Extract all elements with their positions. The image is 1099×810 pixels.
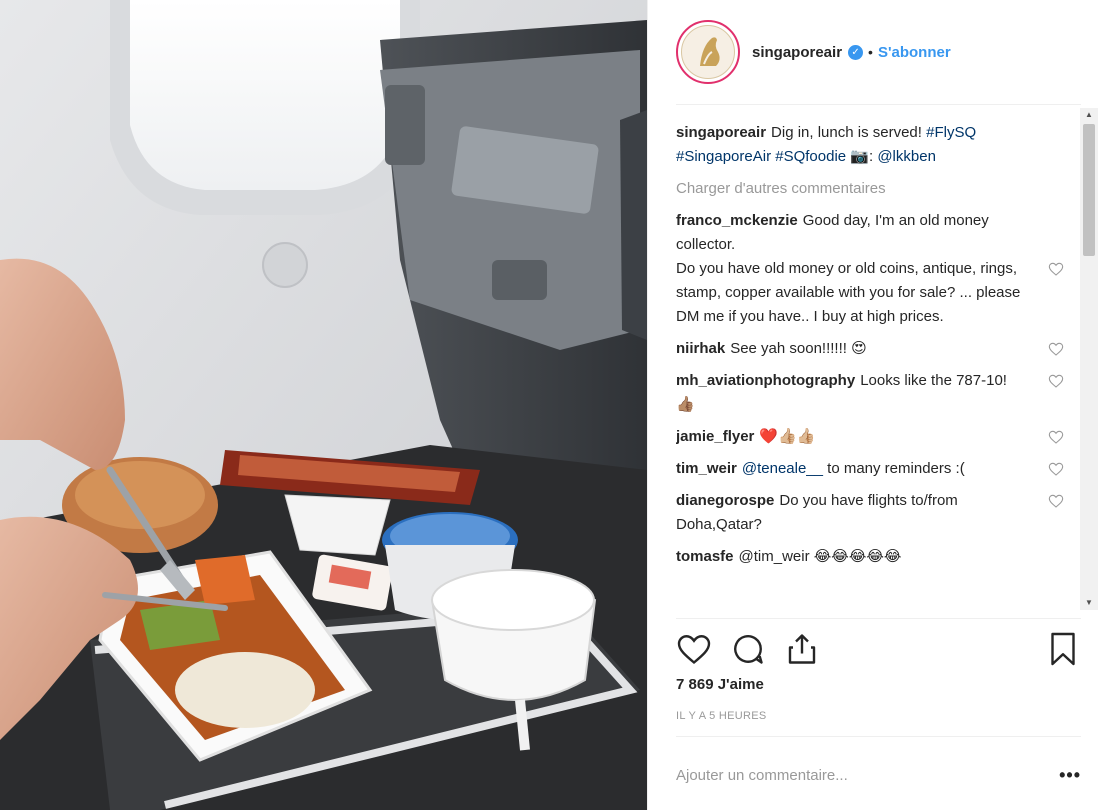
caption-username[interactable]: singaporeair <box>676 124 766 141</box>
comment-text: @tim_weir 😂😂😂😂😂 <box>738 548 902 565</box>
comment-username[interactable]: franco_mckenzie <box>676 212 798 229</box>
caption: singaporeair Dig in, lunch is served! #Fl… <box>676 121 1026 169</box>
add-comment-section: ••• <box>676 736 1081 810</box>
comment-item: jamie_flyer ❤️👍🏼👍🏼 <box>676 425 1064 449</box>
hashtag-link[interactable]: #SingaporeAir <box>676 148 771 165</box>
comment-username[interactable]: jamie_flyer <box>676 428 754 445</box>
hashtag-link[interactable]: #FlySQ <box>926 124 976 141</box>
verified-badge-icon: ✓ <box>848 44 864 60</box>
add-comment-input[interactable] <box>676 763 1016 787</box>
comment-like-heart-icon[interactable] <box>1048 493 1064 509</box>
inflight-meal-image <box>0 0 647 810</box>
comment-username[interactable]: niirhak <box>676 340 725 357</box>
post-timestamp[interactable]: IL Y A 5 HEURES <box>676 710 767 722</box>
credit-mention-link[interactable]: @lkkben <box>877 148 936 165</box>
comment-mention-link[interactable]: @teneale__ <box>742 460 823 477</box>
comment-like-heart-icon[interactable] <box>1048 461 1064 477</box>
comment-bubble-icon[interactable] <box>730 631 766 667</box>
comment-username[interactable]: tim_weir <box>676 460 737 477</box>
comment-username[interactable]: tomasfe <box>676 548 734 565</box>
comment-item: tomasfe @tim_weir 😂😂😂😂😂 <box>676 545 1026 569</box>
comment-text: ❤️👍🏼👍🏼 <box>759 428 816 445</box>
hashtag-link[interactable]: #SQfoodie <box>775 148 846 165</box>
post-header: singaporeair ✓ • S'abonner <box>648 0 1099 104</box>
credit-separator: : <box>868 148 874 165</box>
comment-text: See yah soon!!!!!! 😍 <box>730 340 867 357</box>
caption-text: Dig in, lunch is served! <box>771 124 922 141</box>
post-username[interactable]: singaporeair <box>752 44 842 61</box>
comment-item: dianegorospe Do you have flights to/from … <box>676 489 1064 537</box>
post-photo[interactable] <box>0 0 647 810</box>
comments-list[interactable]: singaporeair Dig in, lunch is served! #Fl… <box>676 104 1081 614</box>
avatar[interactable] <box>676 20 740 84</box>
more-options-button[interactable]: ••• <box>1059 765 1081 786</box>
action-bar <box>676 618 1081 680</box>
likes-count[interactable]: 7 869 J'aime <box>676 676 764 693</box>
load-more-comments-button[interactable]: Charger d'autres commentaires <box>676 177 1026 201</box>
scroll-thumb[interactable] <box>1083 124 1095 256</box>
comment-username[interactable]: mh_aviationphotography <box>676 372 855 389</box>
follow-button[interactable]: S'abonner <box>878 44 951 61</box>
camera-emoji: 📷 <box>850 148 869 165</box>
comment-item: mh_aviationphotography Looks like the 787… <box>676 369 1064 417</box>
comment-like-heart-icon[interactable] <box>1048 429 1064 445</box>
share-icon[interactable] <box>784 631 820 667</box>
comments-scrollbar[interactable]: ▲ ▼ <box>1080 108 1098 610</box>
post-sidebar: singaporeair ✓ • S'abonner singaporeair D… <box>647 0 1099 810</box>
heart-icon[interactable] <box>676 631 712 667</box>
comment-item: tim_weir @teneale__ to many reminders :( <box>676 457 1064 481</box>
comment-like-heart-icon[interactable] <box>1048 341 1064 357</box>
comment-like-heart-icon[interactable] <box>1048 373 1064 389</box>
comment-text: to many reminders :( <box>827 460 965 477</box>
comment-item: niirhak See yah soon!!!!!! 😍 <box>676 337 1064 361</box>
singapore-airlines-logo <box>681 25 735 79</box>
comment-like-heart-icon[interactable] <box>1048 261 1064 277</box>
comment-username[interactable]: dianegorospe <box>676 492 774 509</box>
bookmark-icon[interactable] <box>1045 631 1081 667</box>
separator-dot: • <box>868 44 873 60</box>
scroll-down-arrow-icon[interactable]: ▼ <box>1080 596 1098 610</box>
scroll-up-arrow-icon[interactable]: ▲ <box>1080 108 1098 122</box>
comment-item: franco_mckenzie Good day, I'm an old mone… <box>676 209 1064 329</box>
